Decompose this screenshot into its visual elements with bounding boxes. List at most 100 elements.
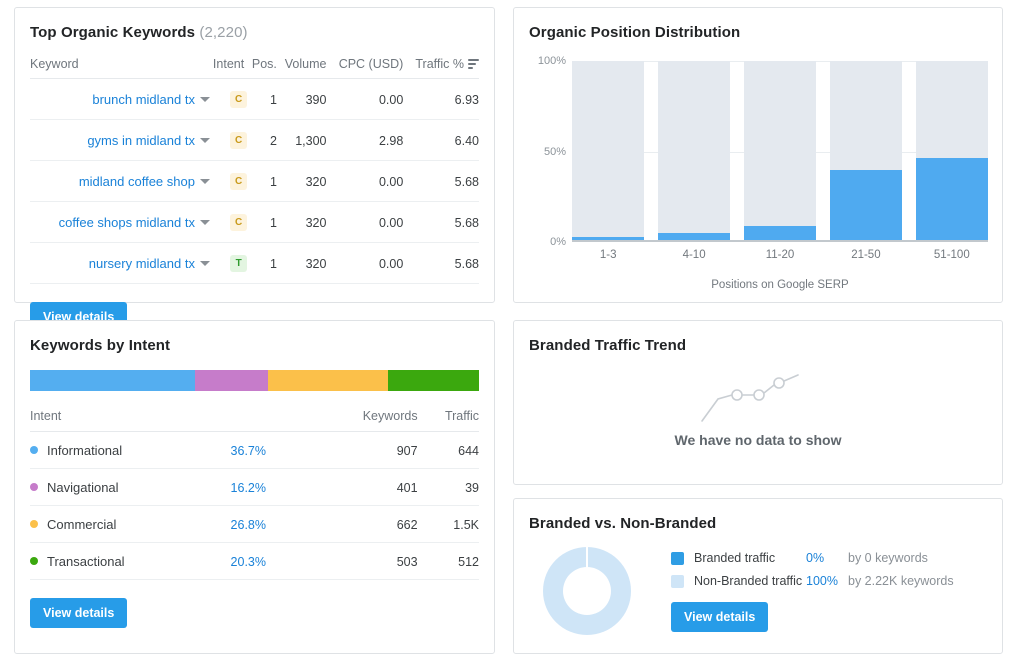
- legend-item: Non-Branded traffic 100% by 2.22K keywor…: [671, 574, 954, 588]
- panel-top-organic-keywords: Top Organic Keywords (2,220) Keyword Int…: [14, 7, 495, 332]
- legend-dot-icon: [30, 520, 38, 528]
- column-header-keyword[interactable]: Keyword: [30, 53, 210, 79]
- bar-slot[interactable]: [829, 61, 903, 240]
- keyword-cell: nursery midland tx: [30, 242, 210, 284]
- intent-cell: T: [209, 242, 248, 284]
- branded-legend: Branded traffic 0% by 0 keywords Non-Bra…: [671, 547, 954, 635]
- cpc-cell: 0.00: [326, 78, 404, 120]
- intent-percent-cell[interactable]: 20.3%: [200, 542, 319, 580]
- intent-badge: C: [230, 91, 248, 108]
- volume-cell: 1,300: [276, 119, 327, 161]
- chevron-down-icon[interactable]: [199, 179, 210, 184]
- panel-title-text: Top Organic Keywords: [30, 24, 196, 41]
- intent-percent-cell[interactable]: 36.7%: [200, 431, 319, 469]
- intent-stack-segment[interactable]: [194, 370, 268, 391]
- legend-keywords: by 0 keywords: [848, 551, 928, 565]
- intent-name: Transactional: [47, 554, 125, 569]
- column-header-traffic-pct[interactable]: Traffic %: [403, 53, 479, 79]
- y-axis-tick: 0%: [550, 236, 566, 248]
- empty-state: We have no data to show: [514, 373, 1002, 448]
- volume-cell: 320: [276, 160, 327, 202]
- table-row: midland coffee shop C 1 320 0.00 5.68: [30, 160, 479, 202]
- bar-slot[interactable]: [657, 61, 731, 240]
- panel-branded-vs-non-branded: Branded vs. Non-Branded Branded traffic …: [513, 498, 1003, 654]
- legend-label: Non-Branded traffic: [694, 574, 803, 588]
- intent-name-cell: Navigational: [30, 468, 201, 506]
- intent-stack-segment[interactable]: [267, 370, 388, 391]
- keyword-link[interactable]: midland coffee shop: [79, 174, 195, 189]
- bar-track: [572, 61, 645, 240]
- column-header-traffic: Traffic: [417, 407, 479, 432]
- intent-badge: T: [230, 255, 248, 272]
- keyword-link[interactable]: nursery midland tx: [89, 256, 195, 271]
- intent-keywords-cell: 401: [318, 468, 418, 506]
- intent-stack-segment[interactable]: [30, 370, 195, 391]
- bar-fill: [657, 232, 731, 240]
- intent-stacked-bar: [30, 370, 479, 391]
- intent-name: Informational: [47, 443, 123, 458]
- cpc-cell: 0.00: [326, 201, 404, 243]
- line-chart-icon: [701, 374, 799, 422]
- intent-badge: C: [230, 173, 248, 190]
- intent-traffic-cell: 644: [417, 431, 479, 469]
- chevron-down-icon[interactable]: [199, 97, 210, 102]
- dashboard-grid: Top Organic Keywords (2,220) Keyword Int…: [0, 0, 1013, 661]
- keyword-link[interactable]: gyms in midland tx: [87, 133, 195, 148]
- column-header-volume[interactable]: Volume: [276, 53, 327, 79]
- legend-percent[interactable]: 100%: [806, 574, 848, 588]
- panel-branded-traffic-trend: Branded Traffic Trend We have no data to…: [513, 320, 1003, 485]
- intent-percent-cell[interactable]: 26.8%: [200, 505, 319, 543]
- traffic-pct-cell: 5.68: [403, 160, 479, 202]
- intent-percent-cell[interactable]: 16.2%: [200, 468, 319, 506]
- column-header-traffic-pct-label: Traffic %: [415, 57, 464, 71]
- intent-cell: C: [209, 201, 248, 243]
- chevron-down-icon[interactable]: [199, 220, 210, 225]
- legend-swatch-branded: [671, 551, 684, 565]
- intent-traffic-cell: 1.5K: [417, 505, 479, 543]
- bar-fill: [743, 225, 817, 240]
- intent-name-cell: Commercial: [30, 505, 201, 543]
- axis-baseline: [572, 240, 988, 242]
- keyword-link[interactable]: brunch midland tx: [92, 92, 195, 107]
- column-header-cpc[interactable]: CPC (USD): [326, 53, 404, 79]
- donut-gap: [586, 547, 588, 569]
- column-header-intent[interactable]: Intent: [209, 53, 248, 79]
- bar-slot[interactable]: [572, 61, 645, 240]
- intent-stack-segment[interactable]: [387, 370, 479, 391]
- table-row: Commercial 26.8% 662 1.5K: [30, 505, 479, 543]
- panel-title-branded-vs-non-branded: Branded vs. Non-Branded: [529, 515, 717, 532]
- view-details-container-branded: View details: [671, 602, 954, 632]
- legend-item: Branded traffic 0% by 0 keywords: [671, 551, 954, 565]
- traffic-pct-cell: 6.40: [403, 119, 479, 161]
- bar-slot[interactable]: [915, 61, 988, 240]
- branded-traffic-donut-chart: [543, 547, 631, 635]
- intent-keywords-cell: 907: [318, 431, 418, 469]
- view-details-button-intent[interactable]: View details: [30, 598, 128, 628]
- keyword-link[interactable]: coffee shops midland tx: [59, 215, 195, 230]
- table-header-row: Intent Keywords Traffic: [30, 407, 479, 432]
- top-organic-keywords-table: Keyword Intent Pos. Volume CPC (USD) Tra…: [30, 53, 479, 284]
- column-header-keywords: Keywords: [318, 407, 418, 432]
- legend-dot-icon: [30, 557, 38, 565]
- column-header-position[interactable]: Pos.: [247, 53, 277, 79]
- position-cell: 1: [247, 78, 277, 120]
- panel-title-branded-traffic-trend: Branded Traffic Trend: [529, 337, 687, 354]
- intent-keywords-cell: 503: [318, 542, 418, 580]
- keyword-cell: gyms in midland tx: [30, 119, 210, 161]
- intent-cell: C: [209, 119, 248, 161]
- legend-percent[interactable]: 0%: [806, 551, 848, 565]
- keywords-by-intent-table: Intent Keywords Traffic Informational 36…: [30, 407, 479, 580]
- chevron-down-icon[interactable]: [199, 261, 210, 266]
- panel-title-top-organic-keywords: Top Organic Keywords (2,220): [15, 8, 494, 41]
- legend-dot-icon: [30, 446, 38, 454]
- view-details-button-branded[interactable]: View details: [671, 602, 769, 632]
- cpc-cell: 2.98: [326, 119, 404, 161]
- cpc-cell: 0.00: [326, 242, 404, 284]
- intent-badge: C: [230, 132, 248, 149]
- chevron-down-icon[interactable]: [199, 138, 210, 143]
- keyword-cell: midland coffee shop: [30, 160, 210, 202]
- organic-position-chart: 100% 50% 0% 1-3 4-10 11-20 21-50 51-100 Posi…: [528, 53, 988, 291]
- bar-slot[interactable]: [743, 61, 817, 240]
- sort-descending-icon[interactable]: [468, 59, 479, 69]
- intent-name-cell: Transactional: [30, 542, 201, 580]
